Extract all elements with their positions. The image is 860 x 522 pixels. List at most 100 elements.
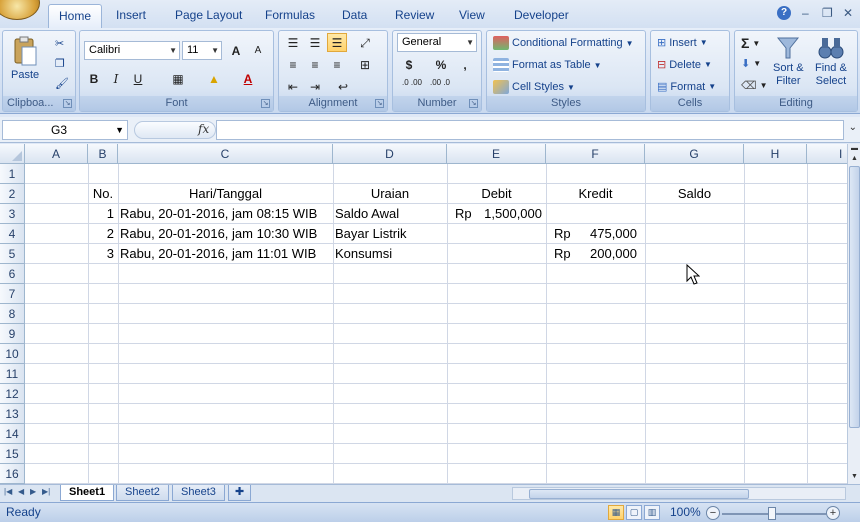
row-header[interactable]: 14 [0, 424, 25, 444]
zoom-in-icon[interactable]: + [826, 506, 840, 520]
format-painter-icon[interactable]: 🖌 [55, 77, 69, 90]
insert-sheet-icon[interactable]: ✚ [228, 485, 252, 501]
row-header[interactable]: 2 [0, 184, 25, 204]
expand-formula-bar-icon[interactable]: ⌄ [849, 122, 857, 133]
office-button[interactable] [0, 0, 40, 20]
format-cells-button[interactable]: ▤ Format ▼ [657, 80, 716, 94]
prev-sheet-icon[interactable]: ◀ [18, 487, 24, 496]
italic-button[interactable]: I [106, 69, 126, 88]
row-header[interactable]: 4 [0, 224, 25, 244]
row-header[interactable]: 10 [0, 344, 25, 364]
conditional-formatting-button[interactable]: Conditional Formatting ▼ [493, 36, 634, 50]
column-header-d[interactable]: D [333, 144, 447, 164]
header-debit-cell[interactable]: Debit [447, 184, 546, 204]
copy-icon[interactable]: ❐ [55, 57, 65, 70]
next-sheet-icon[interactable]: ▶ [30, 487, 36, 496]
fill-icon[interactable]: ⬇ ▼ [741, 57, 761, 70]
align-middle-icon[interactable]: ☰ [305, 33, 325, 52]
comma-button[interactable]: , [455, 55, 475, 74]
restore-icon[interactable]: ❐ [822, 6, 833, 20]
font-color-icon[interactable]: A [238, 69, 258, 88]
page-break-view-icon[interactable]: ▥ [644, 505, 660, 520]
entry-no-cell[interactable]: 1 [88, 204, 118, 224]
align-top-icon[interactable]: ☰ [283, 33, 303, 52]
wrap-text-icon[interactable]: ↩ [333, 77, 353, 96]
align-bottom-icon[interactable]: ☰ [327, 33, 347, 52]
row-header[interactable]: 3 [0, 204, 25, 224]
column-header-e[interactable]: E [447, 144, 546, 164]
grow-font-button[interactable]: A [226, 41, 246, 60]
entry-description-cell[interactable]: Bayar Listrik [333, 224, 447, 244]
row-header[interactable]: 1 [0, 164, 25, 184]
sort-filter-button[interactable]: Sort & Filter [773, 35, 804, 87]
tab-home[interactable]: Home [48, 4, 103, 28]
decrease-decimal-button[interactable]: .00 .0 [427, 77, 453, 96]
borders-icon[interactable]: ▦ [168, 69, 188, 88]
number-format-combo[interactable]: General ▼ [397, 33, 477, 52]
scroll-down-icon[interactable]: ▼ [849, 472, 860, 482]
sheet-tab-sheet3[interactable]: Sheet3 [172, 485, 225, 501]
tab-developer[interactable]: Developer [504, 4, 579, 28]
tab-page-layout[interactable]: Page Layout [165, 4, 252, 28]
select-all-button[interactable] [0, 144, 25, 164]
clipboard-launcher-icon[interactable]: ↘ [63, 99, 72, 108]
align-right-icon[interactable]: ≡ [327, 55, 347, 74]
scroll-split-handle[interactable]: ▬ [849, 144, 860, 154]
insert-function-icon[interactable]: fx [198, 122, 209, 136]
currency-button[interactable]: $ [399, 55, 419, 74]
bold-button[interactable]: B [84, 69, 104, 88]
entry-no-cell[interactable]: 3 [88, 244, 118, 264]
column-header-b[interactable]: B [88, 144, 118, 164]
row-header[interactable]: 13 [0, 404, 25, 424]
insert-cells-button[interactable]: ⊞ Insert ▼ [657, 36, 708, 50]
shrink-font-button[interactable]: A [248, 41, 268, 60]
formula-input[interactable] [216, 120, 844, 140]
entry-description-cell[interactable]: Konsumsi [333, 244, 447, 264]
align-left-icon[interactable]: ≡ [283, 55, 303, 74]
vertical-scrollbar[interactable]: ▬ ▲ ▼ [847, 144, 860, 484]
sheet-tab-sheet1[interactable]: Sheet1 [60, 485, 115, 501]
scroll-up-icon[interactable]: ▲ [849, 154, 860, 164]
paste-button[interactable]: Paste [11, 35, 39, 81]
entry-date-cell[interactable]: Rabu, 20-01-2016, jam 08:15 WIB [118, 204, 333, 224]
header-no-cell[interactable]: No. [88, 184, 118, 204]
header-date-cell[interactable]: Hari/Tanggal [118, 184, 333, 204]
row-header[interactable]: 16 [0, 464, 25, 484]
alignment-launcher-icon[interactable]: ↘ [375, 99, 384, 108]
row-header[interactable]: 11 [0, 364, 25, 384]
tab-insert[interactable]: Insert [106, 4, 156, 28]
format-as-table-button[interactable]: Format as Table ▼ [493, 58, 602, 72]
percent-button[interactable]: % [431, 55, 451, 74]
row-header[interactable]: 12 [0, 384, 25, 404]
row-header[interactable]: 6 [0, 264, 25, 284]
column-header-f[interactable]: F [546, 144, 645, 164]
clear-icon[interactable]: ⌫ ▼ [741, 79, 767, 92]
font-launcher-icon[interactable]: ↘ [261, 99, 270, 108]
tab-formulas[interactable]: Formulas [255, 4, 325, 28]
merge-center-icon[interactable]: ⊞ [355, 55, 375, 74]
fill-color-icon[interactable]: ▲ [204, 69, 224, 88]
column-header-c[interactable]: C [118, 144, 333, 164]
column-header-a[interactable]: A [25, 144, 88, 164]
normal-view-icon[interactable]: ▦ [608, 505, 624, 520]
decrease-indent-icon[interactable]: ⇤ [283, 77, 303, 96]
help-icon[interactable]: ? [777, 6, 791, 20]
align-center-icon[interactable]: ≡ [305, 55, 325, 74]
zoom-slider-thumb[interactable] [768, 507, 776, 520]
find-select-button[interactable]: Find & Select [815, 35, 847, 87]
entry-credit-cell[interactable]: 200,000 [546, 244, 645, 264]
tab-review[interactable]: Review [385, 4, 444, 28]
row-header[interactable]: 8 [0, 304, 25, 324]
horizontal-scroll-thumb[interactable] [529, 489, 749, 499]
font-name-combo[interactable]: Calibri ▼ [84, 41, 180, 60]
number-launcher-icon[interactable]: ↘ [469, 99, 478, 108]
autosum-button[interactable]: Σ ▼ [741, 35, 760, 51]
header-balance-cell[interactable]: Saldo [645, 184, 744, 204]
delete-cells-button[interactable]: ⊟ Delete ▼ [657, 58, 712, 72]
header-credit-cell[interactable]: Kredit [546, 184, 645, 204]
page-layout-view-icon[interactable]: ▢ [626, 505, 642, 520]
sheet-tab-sheet2[interactable]: Sheet2 [116, 485, 169, 501]
cut-icon[interactable]: ✂ [55, 37, 64, 50]
font-size-combo[interactable]: 11 ▼ [182, 41, 222, 60]
entry-debit-cell[interactable]: 1,500,000 [447, 204, 546, 224]
